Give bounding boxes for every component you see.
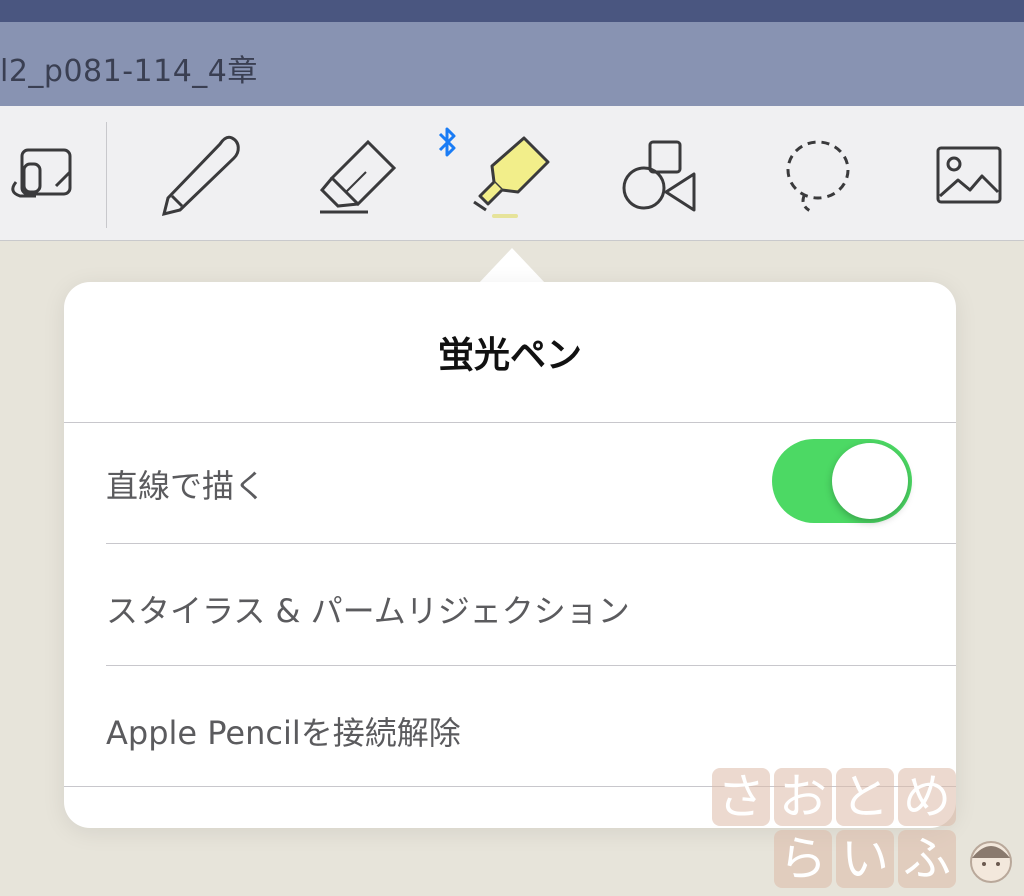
eraser-tool-button[interactable] — [310, 106, 410, 240]
title-bar: l2_p081-114_4章 — [0, 22, 1024, 106]
straight-line-row[interactable]: 直線で描く — [64, 423, 956, 543]
status-bar — [0, 0, 1024, 22]
pen-icon — [161, 135, 240, 217]
watermark-char: さ — [712, 768, 770, 826]
highlighter-icon — [473, 136, 550, 218]
watermark-char: ふ — [898, 830, 956, 888]
lasso-icon — [786, 140, 850, 214]
bluetooth-icon — [438, 127, 456, 157]
eraser-icon — [319, 139, 397, 214]
watermark-char: ら — [774, 830, 832, 888]
toolbar-divider — [106, 122, 107, 228]
watermark-char: い — [836, 830, 894, 888]
stylus-palm-rejection-row[interactable]: スタイラス & パームリジェクション — [64, 544, 956, 664]
pen-tool-button[interactable] — [150, 106, 250, 240]
watermark-char: め — [898, 768, 956, 826]
watermark-char: お — [774, 768, 832, 826]
image-icon — [936, 146, 1002, 204]
toggle-knob — [832, 443, 908, 519]
avatar-icon — [970, 841, 1012, 883]
highlighter-options-popover: 蛍光ペン 直線で描く スタイラス & パームリジェクション Apple Penc… — [64, 282, 956, 828]
popover-arrow — [478, 248, 546, 284]
straight-line-toggle[interactable] — [772, 439, 912, 523]
document-tool-button[interactable] — [0, 106, 90, 240]
watermark-char: と — [836, 768, 894, 826]
straight-line-label: 直線で描く — [106, 467, 267, 505]
shapes-icon — [622, 140, 696, 212]
disconnect-pencil-label: Apple Pencilを接続解除 — [106, 714, 461, 752]
stylus-palm-rejection-label: スタイラス & パームリジェクション — [106, 592, 630, 630]
document-zoom-icon — [11, 148, 72, 198]
highlighter-tool-button[interactable] — [466, 106, 566, 240]
shapes-tool-button[interactable] — [616, 106, 716, 240]
toolbar — [0, 106, 1024, 241]
document-title: l2_p081-114_4章 — [0, 54, 258, 89]
popover-title: 蛍光ペン — [437, 335, 582, 376]
image-tool-button[interactable] — [924, 106, 1024, 240]
lasso-tool-button[interactable] — [770, 106, 870, 240]
